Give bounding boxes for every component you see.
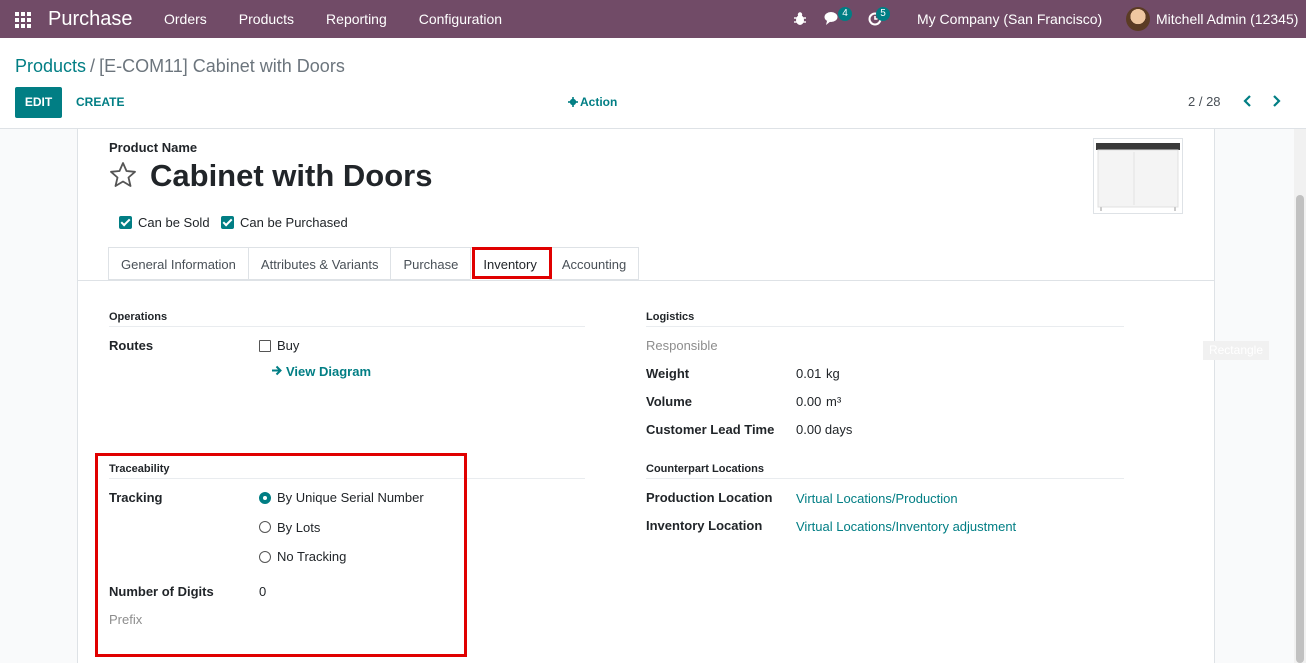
menu-reporting[interactable]: Reporting bbox=[326, 11, 387, 27]
menu-orders[interactable]: Orders bbox=[164, 11, 207, 27]
routes-label: Routes bbox=[109, 338, 154, 353]
inventory-tab-highlight bbox=[472, 247, 552, 279]
apps-grid-icon[interactable] bbox=[15, 12, 32, 28]
gear-icon bbox=[568, 97, 578, 107]
activity-count-badge: 5 bbox=[876, 7, 890, 21]
checkbox-checked-icon bbox=[221, 216, 234, 229]
chat-count-badge: 4 bbox=[838, 7, 852, 21]
responsible-label: Responsible bbox=[646, 338, 718, 353]
pager-counter[interactable]: 2 / 28 bbox=[1188, 94, 1221, 109]
can-be-purchased-checkbox[interactable]: Can be Purchased bbox=[221, 215, 348, 230]
bug-icon[interactable] bbox=[793, 11, 807, 26]
breadcrumb-separator: / bbox=[90, 56, 96, 76]
action-menu-button[interactable]: Action bbox=[568, 95, 617, 109]
counterpart-locations-group-title: Counterpart Locations bbox=[646, 463, 1124, 479]
tab-purchase[interactable]: Purchase bbox=[390, 247, 471, 280]
control-panel: Products / [E-COM11] Cabinet with Doors ED… bbox=[0, 38, 1306, 129]
tab-general-information[interactable]: General Information bbox=[108, 247, 248, 280]
route-buy-label: Buy bbox=[277, 338, 300, 353]
can-be-sold-label: Can be Sold bbox=[138, 215, 210, 230]
tabs-divider bbox=[78, 280, 1214, 281]
chevron-right-icon[interactable] bbox=[1270, 95, 1282, 107]
customer-lead-time-label: Customer Lead Time bbox=[646, 422, 775, 437]
rectangle-tooltip: Rectangle bbox=[1203, 341, 1269, 360]
weight-label: Weight bbox=[646, 366, 690, 381]
operations-group-title: Operations bbox=[109, 311, 585, 327]
product-name-label: Product Name bbox=[109, 140, 198, 155]
vertical-scrollbar[interactable] bbox=[1294, 129, 1306, 663]
customer-lead-time-value: 0.00 days bbox=[796, 422, 853, 437]
tab-attributes-variants[interactable]: Attributes & Variants bbox=[247, 247, 391, 280]
arrow-right-icon bbox=[272, 365, 282, 376]
notebook-tabs: General Information Attributes & Variant… bbox=[108, 247, 640, 280]
route-buy-checkbox[interactable] bbox=[259, 340, 271, 352]
breadcrumb-current: [E-COM11] Cabinet with Doors bbox=[99, 56, 345, 76]
tab-accounting[interactable]: Accounting bbox=[548, 247, 640, 280]
can-be-purchased-label: Can be Purchased bbox=[240, 215, 348, 230]
production-location-label: Production Location bbox=[646, 490, 773, 505]
cabinet-image-icon bbox=[1096, 143, 1180, 211]
top-navbar: Purchase Orders Products Reporting Confi… bbox=[0, 0, 1306, 38]
logistics-group-title: Logistics bbox=[646, 311, 1124, 327]
breadcrumb: Products / [E-COM11] Cabinet with Doors bbox=[15, 56, 345, 77]
star-icon[interactable] bbox=[108, 160, 138, 190]
volume-label: Volume bbox=[646, 394, 692, 409]
user-avatar[interactable] bbox=[1126, 7, 1150, 31]
action-label: Action bbox=[580, 95, 618, 109]
user-menu[interactable]: Mitchell Admin (12345) bbox=[1156, 11, 1298, 27]
product-name: Cabinet with Doors bbox=[150, 158, 433, 193]
product-image[interactable] bbox=[1093, 138, 1183, 214]
inventory-location-label: Inventory Location bbox=[646, 518, 763, 533]
main-menu: Orders Products Reporting Configuration bbox=[164, 11, 534, 27]
volume-unit: m³ bbox=[826, 394, 842, 409]
menu-products[interactable]: Products bbox=[239, 11, 294, 27]
scrollbar-thumb[interactable] bbox=[1296, 195, 1304, 663]
weight-unit: kg bbox=[826, 366, 840, 381]
can-be-sold-checkbox[interactable]: Can be Sold bbox=[119, 215, 210, 230]
app-title[interactable]: Purchase bbox=[48, 8, 133, 31]
volume-value: 0.00 bbox=[796, 394, 822, 409]
company-switcher[interactable]: My Company (San Francisco) bbox=[917, 11, 1102, 27]
checkbox-checked-icon bbox=[119, 216, 132, 229]
inventory-location-link[interactable]: Virtual Locations/Inventory adjustment bbox=[796, 519, 1016, 534]
view-diagram-link[interactable]: View Diagram bbox=[286, 364, 371, 379]
weight-value: 0.01 bbox=[796, 366, 822, 381]
production-location-link[interactable]: Virtual Locations/Production bbox=[796, 491, 958, 506]
create-button[interactable]: CREATE bbox=[76, 95, 124, 109]
menu-configuration[interactable]: Configuration bbox=[419, 11, 502, 27]
breadcrumb-products-link[interactable]: Products bbox=[15, 56, 86, 76]
traceability-highlight bbox=[95, 453, 467, 657]
chevron-left-icon[interactable] bbox=[1242, 95, 1254, 107]
edit-button[interactable]: EDIT bbox=[15, 87, 62, 118]
